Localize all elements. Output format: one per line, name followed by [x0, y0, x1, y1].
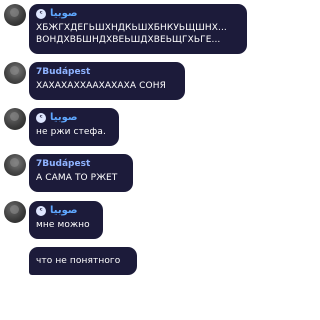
message-text: ВОНДХВБШНДХВЕЬШДХВЕЬЩГХЬГЕ... [36, 35, 221, 45]
message-bubble[interactable]: ᶜ صوبيا не ржи стефа. [29, 108, 119, 146]
message-bubble[interactable]: ᶜ صوبيا ХБЖГХДЕГЬШХНДКЬШХБНКУЬЩШНХ... ВО… [29, 4, 247, 54]
message-text: не ржи стефа. [36, 127, 106, 137]
sender-row: 7Budápest [36, 65, 178, 78]
message-text: мне можно [36, 220, 90, 230]
avatar[interactable] [4, 108, 26, 130]
sender-row: ᶜ صوبيا [36, 7, 240, 20]
sender-badge-icon: ᶜ [36, 205, 46, 216]
sender-row: ᶜ صوبيا [36, 111, 112, 124]
message-bubble[interactable]: 7Budápest ХАХАХАХХААХАХАХА СОНЯ [29, 62, 185, 100]
avatar[interactable] [4, 4, 26, 26]
sender-badge-icon: ᶜ [36, 8, 46, 19]
avatar[interactable] [4, 201, 26, 223]
sender-badge-icon: ᶜ [36, 112, 46, 123]
sender-name[interactable]: صوبيا [50, 8, 78, 19]
message-text: А САМА ТО РЖЕТ [36, 173, 118, 183]
sender-name[interactable]: 7Budápest [36, 67, 90, 77]
message-bubble[interactable]: что не понятного [29, 247, 137, 275]
sender-row: 7Budápest [36, 157, 126, 170]
message-text: что не понятного [36, 256, 121, 266]
message-bubble[interactable]: ᶜ صوبيا мне можно [29, 201, 103, 239]
sender-row: ᶜ صوبيا [36, 204, 96, 217]
avatar[interactable] [4, 154, 26, 176]
message-text: ХБЖГХДЕГЬШХНДКЬШХБНКУЬЩШНХ... [36, 23, 227, 33]
sender-name[interactable]: 7Budápest [36, 159, 90, 169]
message-text: ХАХАХАХХААХАХАХА СОНЯ [36, 81, 166, 91]
sender-name[interactable]: صوبيا [50, 205, 78, 216]
sender-name[interactable]: صوبيا [50, 112, 78, 123]
message-bubble[interactable]: 7Budápest А САМА ТО РЖЕТ [29, 154, 133, 192]
avatar[interactable] [4, 62, 26, 84]
